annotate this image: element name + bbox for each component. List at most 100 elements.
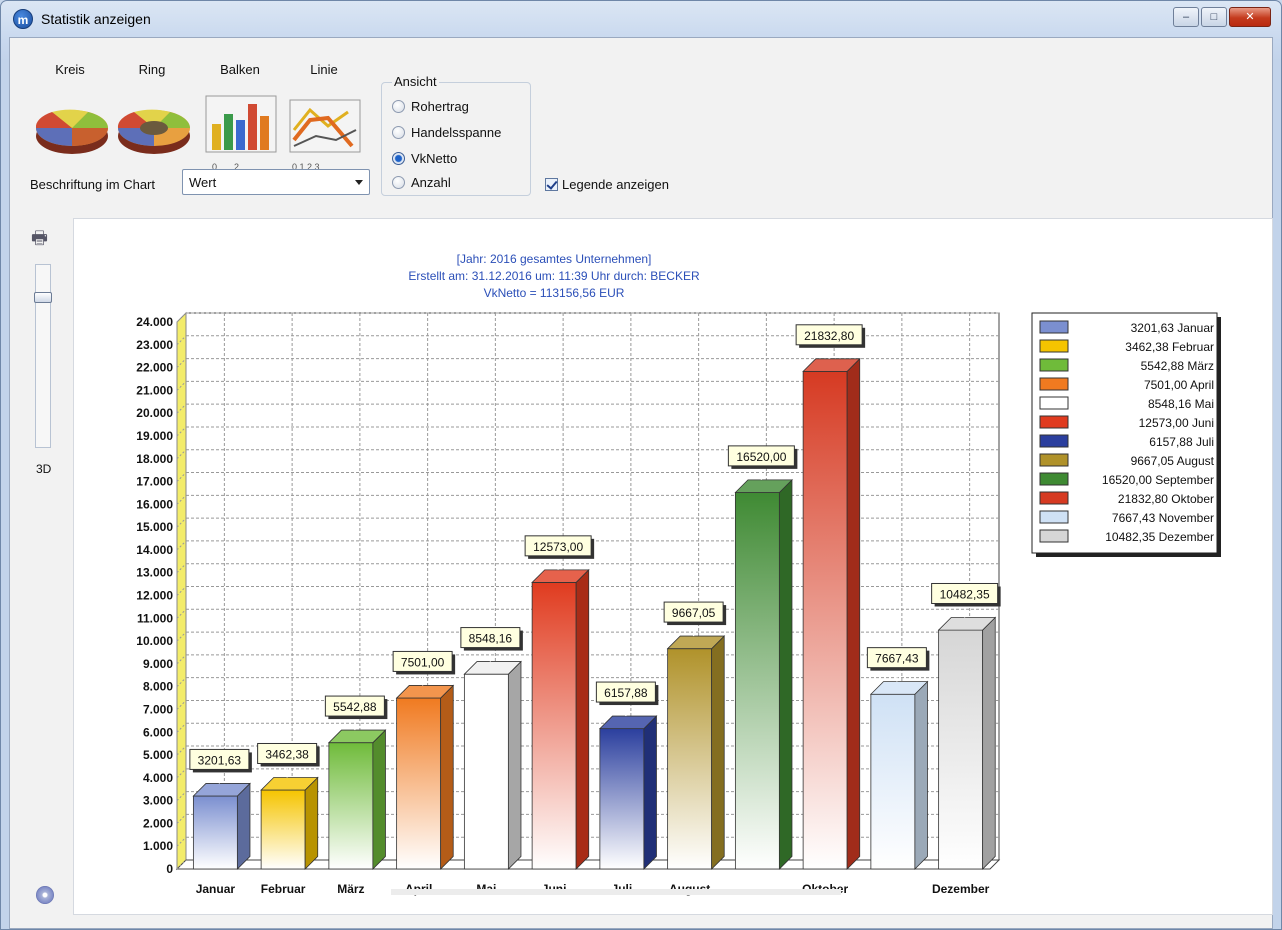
printer-icon[interactable]: 🖶 (31, 226, 48, 256)
close-button[interactable]: ✕ (1229, 7, 1271, 27)
legend-entry: 21832,80 Oktober (1118, 492, 1214, 506)
data-label: 7501,00 (401, 655, 445, 669)
bar-side (507, 660, 522, 870)
radio-button[interactable] (392, 126, 405, 139)
bar-chart-icon[interactable]: 0 2 (202, 90, 282, 180)
radio-anzahl[interactable]: Anzahl (392, 175, 451, 190)
legend-swatch (1039, 377, 1069, 391)
beschriftung-select[interactable]: Wert (182, 169, 370, 195)
legende-label: Legende anzeigen (562, 177, 669, 192)
bar-april (396, 697, 442, 870)
y-tick-label: 20.000 (136, 406, 173, 420)
y-tick-label: 9.000 (143, 657, 173, 671)
data-label: 12573,00 (533, 540, 583, 554)
bar-juli (599, 728, 645, 870)
client-area: Kreis Ring Balken Linie 0 2 0 1 2 3 Besc… (9, 37, 1273, 929)
statistik-window: m Statistik anzeigen – □ ✕ Kreis Ring Ba… (0, 0, 1282, 930)
y-tick-label: 7.000 (143, 702, 173, 716)
chart-title-line: [Jahr: 2016 gesamtes Unternehmen] (457, 252, 652, 266)
y-tick-label: 4.000 (143, 771, 173, 785)
radio-label: Rohertrag (411, 99, 469, 114)
legende-checkbox-row[interactable]: Legende anzeigen (545, 177, 669, 192)
bar-chart: [Jahr: 2016 gesamtes Unternehmen] Erstell… (136, 252, 1221, 896)
legend-swatch (1039, 491, 1069, 505)
app-icon: m (13, 9, 33, 29)
y-tick-label: 6.000 (143, 725, 173, 739)
label-3d: 3D (36, 462, 52, 476)
ansicht-title: Ansicht (392, 74, 439, 89)
y-tick-label: 22.000 (136, 361, 173, 375)
bar-side (846, 357, 861, 870)
y-tick-label: 23.000 (136, 338, 173, 352)
bar-mai (463, 673, 509, 870)
data-label: 6157,88 (604, 686, 648, 700)
legend-entry: 9667,05 August (1131, 454, 1215, 468)
title-bar[interactable]: m Statistik anzeigen – □ ✕ (1, 1, 1281, 37)
y-tick-label: 8.000 (143, 680, 173, 694)
radio-handelsspanne[interactable]: Handelsspanne (392, 125, 501, 140)
legend-entry: 5542,88 März (1141, 359, 1214, 373)
bar-side (643, 715, 657, 870)
legend-swatch (1039, 358, 1069, 372)
ring-chart-icon[interactable] (114, 90, 194, 180)
chart-title-line: Erstellt am: 31.12.2016 um: 11:39 Uhr du… (408, 269, 700, 283)
chart-title-line: VkNetto = 113156,56 EUR (484, 286, 625, 300)
legend-entry: 3201,63 Januar (1131, 321, 1214, 335)
y-tick-label: 3.000 (143, 794, 173, 808)
y-tick-label: 14.000 (136, 543, 173, 557)
bar-side (575, 568, 590, 870)
y-tick-label: 15.000 (136, 520, 173, 534)
bar-side (440, 684, 454, 870)
bar-side (304, 776, 319, 870)
bar-juni (531, 582, 577, 870)
radio-button-selected[interactable] (392, 152, 405, 165)
window-controls: – □ ✕ (1173, 7, 1271, 27)
bar-januar (192, 795, 238, 870)
legend-entry: 16520,00 September (1102, 473, 1214, 487)
chart-type-label-ring: Ring (138, 62, 166, 77)
legend-swatch (1039, 453, 1069, 467)
y-tick-label: 12.000 (136, 589, 173, 603)
legend-entry: 10482,35 Dezember (1105, 530, 1214, 544)
x-tick-label: Dezember (932, 882, 990, 896)
y-tick-label: 18.000 (136, 452, 173, 466)
maximize-button[interactable]: □ (1201, 7, 1227, 27)
data-label: 16520,00 (736, 450, 786, 464)
bar-side (711, 635, 725, 870)
radio-rohertrag[interactable]: Rohertrag (392, 99, 469, 114)
y-tick-label: 5.000 (143, 748, 173, 762)
data-label: 8548,16 (469, 632, 513, 646)
data-label: 7667,43 (875, 652, 919, 666)
data-label: 9667,05 (672, 606, 716, 620)
x-tick-label: Januar (196, 882, 236, 896)
chart-type-label-kreis: Kreis (55, 62, 85, 77)
legend-swatch (1039, 434, 1069, 448)
bottom-strip (391, 889, 841, 895)
legend-swatch (1039, 415, 1069, 429)
bar-oktober (802, 370, 848, 870)
chart-type-label-linie: Linie (310, 62, 338, 77)
bar-november (870, 693, 916, 870)
y-tick-label: 16.000 (136, 497, 173, 511)
pie-chart-icon[interactable] (32, 90, 112, 180)
legend-entry: 7667,43 November (1112, 511, 1214, 525)
slider-thumb[interactable] (34, 292, 52, 303)
y-tick-label: 24.000 (136, 315, 173, 329)
radio-button[interactable] (392, 100, 405, 113)
bar-side (372, 729, 386, 870)
radio-label: Anzahl (411, 175, 451, 190)
radio-vknetto[interactable]: VkNetto (392, 151, 457, 166)
line-chart-icon[interactable]: 0 1 2 3 (286, 90, 366, 180)
window-title: Statistik anzeigen (41, 11, 151, 27)
disc-icon[interactable] (36, 886, 54, 904)
bar-september (734, 492, 780, 870)
radio-button[interactable] (392, 176, 405, 189)
side-wall (176, 311, 187, 871)
minimize-button[interactable]: – (1173, 7, 1199, 27)
legende-checkbox[interactable] (545, 178, 558, 191)
bar-side (914, 680, 928, 870)
legend-entry: 6157,88 Juli (1149, 435, 1214, 449)
bar-august (667, 648, 713, 870)
bar-märz (328, 742, 374, 870)
bar-side (982, 616, 996, 870)
